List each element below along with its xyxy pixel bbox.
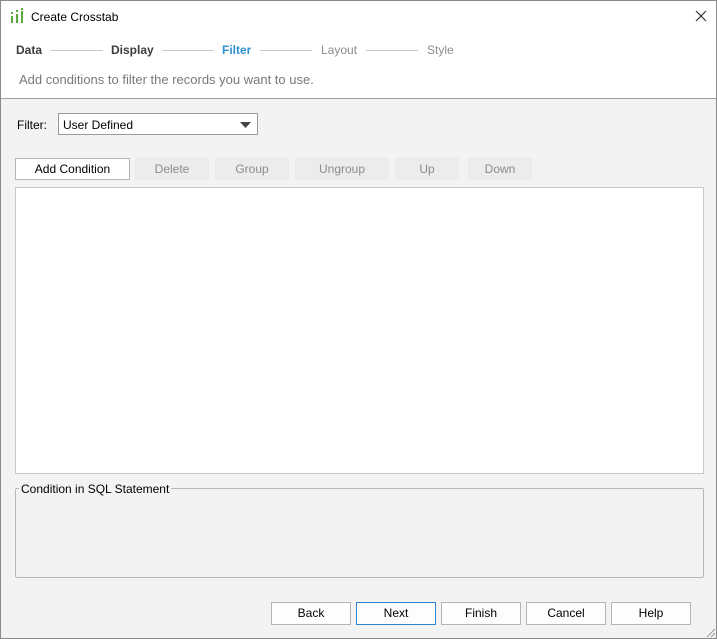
conditions-list[interactable] xyxy=(15,187,704,474)
dropdown-arrow-icon xyxy=(240,122,251,128)
dialog-title: Create Crosstab xyxy=(31,10,119,24)
title-bar: Create Crosstab xyxy=(1,1,716,32)
step-data: Data xyxy=(16,43,43,57)
create-crosstab-dialog: Create Crosstab Data Display Filter Layo… xyxy=(0,0,717,639)
step-connector xyxy=(366,50,418,51)
delete-button[interactable]: Delete xyxy=(135,158,209,180)
resize-grip-icon[interactable] xyxy=(704,626,716,638)
sql-statement-legend: Condition in SQL Statement xyxy=(19,482,172,496)
cancel-button[interactable]: Cancel xyxy=(526,602,606,625)
step-description: Add conditions to filter the records you… xyxy=(19,72,314,87)
up-button[interactable]: Up xyxy=(395,158,459,180)
filter-selected-value: User Defined xyxy=(63,118,134,132)
step-connector xyxy=(162,50,214,51)
step-layout: Layout xyxy=(321,43,358,57)
down-button[interactable]: Down xyxy=(468,158,532,180)
step-style: Style xyxy=(427,43,454,57)
close-icon xyxy=(695,10,707,22)
next-button[interactable]: Next xyxy=(356,602,436,625)
help-button[interactable]: Help xyxy=(611,602,691,625)
add-condition-button[interactable]: Add Condition xyxy=(15,158,130,180)
close-button[interactable] xyxy=(689,5,713,27)
step-connector xyxy=(51,50,103,51)
step-connector xyxy=(260,50,312,51)
filter-dropdown[interactable]: User Defined xyxy=(58,113,258,135)
filter-label: Filter: xyxy=(17,118,47,132)
crosstab-app-icon xyxy=(10,8,26,24)
finish-button[interactable]: Finish xyxy=(441,602,521,625)
group-button[interactable]: Group xyxy=(215,158,289,180)
back-button[interactable]: Back xyxy=(271,602,351,625)
wizard-header: Data Display Filter Layout Style Add con… xyxy=(1,32,716,99)
step-display: Display xyxy=(111,43,154,57)
sql-statement-group xyxy=(15,488,704,578)
step-filter: Filter xyxy=(222,43,252,57)
ungroup-button[interactable]: Ungroup xyxy=(295,158,389,180)
